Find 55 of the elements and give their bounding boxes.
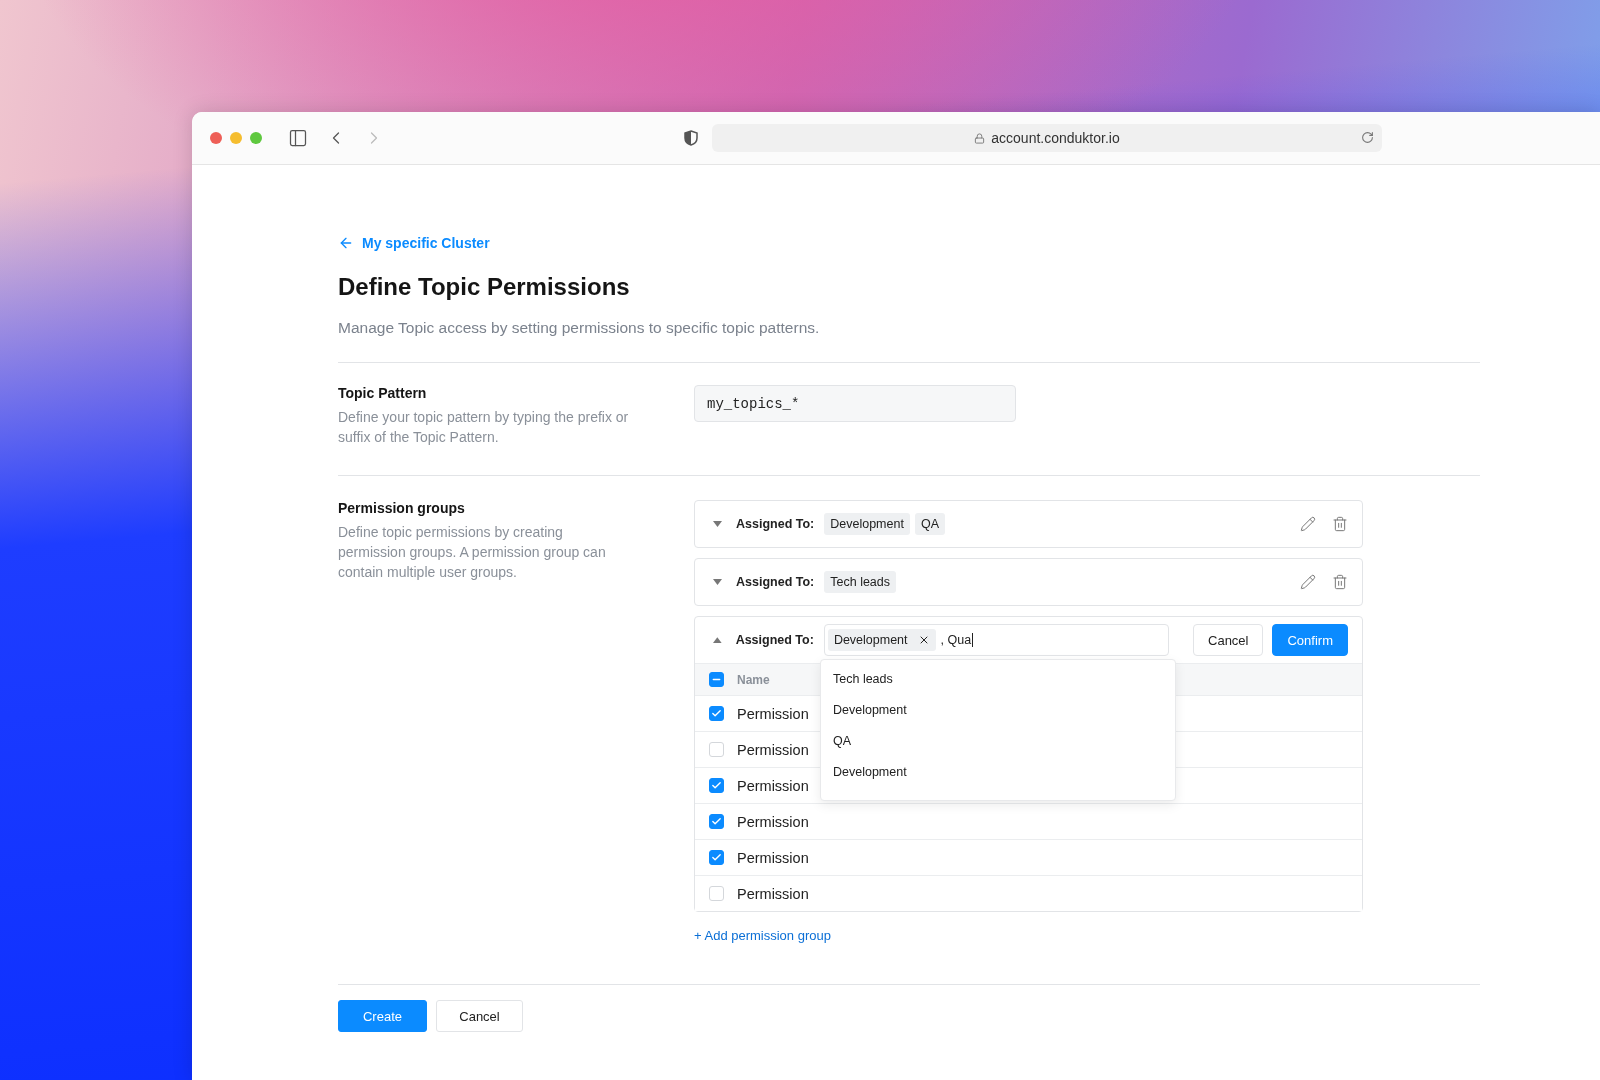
menu-item[interactable]: QA xyxy=(821,726,1175,757)
permission-name: Permission xyxy=(737,813,809,830)
permission-name: Permission xyxy=(737,705,809,722)
section-title: Permission groups xyxy=(338,500,466,516)
page-subtitle: Manage Topic access by setting permissions to specific topic patterns. xyxy=(338,319,821,337)
select-all-checkbox[interactable] xyxy=(709,672,724,687)
check-icon xyxy=(711,816,722,827)
add-group-link[interactable]: + Add permission group xyxy=(694,928,831,943)
row-checkbox[interactable] xyxy=(709,706,724,721)
permission-name: Permission xyxy=(737,885,809,902)
shield-icon[interactable] xyxy=(684,130,698,146)
topic-pattern-field[interactable]: my_topics_* xyxy=(694,385,1016,422)
assignee-field[interactable]: Development , Qua xyxy=(823,624,1169,656)
edit-icon[interactable] xyxy=(1300,516,1316,532)
delete-icon[interactable] xyxy=(1332,574,1348,590)
assigned-label: Assigned To: xyxy=(736,575,815,589)
caret-down-icon[interactable] xyxy=(713,521,722,527)
menu-item[interactable]: Tech leads xyxy=(821,664,1175,695)
caret-up-icon[interactable] xyxy=(713,637,722,643)
permission-name: Permission xyxy=(737,741,809,758)
section-title: Topic Pattern xyxy=(338,385,428,401)
cancel-button[interactable]: Cancel xyxy=(436,1000,523,1032)
permission-name: Permission xyxy=(737,849,809,866)
caret-down-icon[interactable] xyxy=(713,579,722,585)
assigned-label: Assigned To: xyxy=(735,633,814,647)
edit-icon[interactable] xyxy=(1300,574,1316,590)
delete-icon[interactable] xyxy=(1332,516,1348,532)
column-header: Name xyxy=(737,672,770,687)
row-checkbox[interactable] xyxy=(709,850,724,865)
group-tag: QA xyxy=(914,513,945,535)
section-description: Define your topic pattern by typing the prefix or suffix of the Topic Pattern. xyxy=(338,408,630,447)
assigned-label: Assigned To: xyxy=(736,517,815,531)
page-title: Define Topic Permissions xyxy=(338,273,631,301)
close-icon[interactable] xyxy=(210,132,222,144)
permission-name: Permission xyxy=(737,777,809,794)
menu-item[interactable]: Development xyxy=(821,695,1175,726)
sidebar-icon[interactable] xyxy=(288,128,308,148)
url-text: account.conduktor.io xyxy=(991,130,1120,146)
arrow-left-icon xyxy=(338,235,354,251)
menu-item[interactable]: Development xyxy=(821,757,1175,788)
group-tag: Development xyxy=(824,513,910,535)
maximize-icon[interactable] xyxy=(250,132,262,144)
row-checkbox[interactable] xyxy=(709,814,724,829)
group-tag: Tech leads xyxy=(824,571,896,593)
check-icon xyxy=(711,780,722,791)
address-bar[interactable]: account.conduktor.io xyxy=(712,124,1382,152)
section-description: Define topic permissions by creating permission groups. A permission group can contain multiple user groups. xyxy=(338,523,607,582)
typed-text: , Qua xyxy=(940,633,974,647)
row-checkbox[interactable] xyxy=(709,778,724,793)
check-icon xyxy=(711,708,722,719)
reload-icon[interactable] xyxy=(1361,131,1374,144)
cancel-button[interactable]: Cancel xyxy=(1193,624,1264,656)
lock-icon xyxy=(974,132,986,144)
group-tag: Development xyxy=(827,629,936,651)
check-icon xyxy=(711,852,722,863)
